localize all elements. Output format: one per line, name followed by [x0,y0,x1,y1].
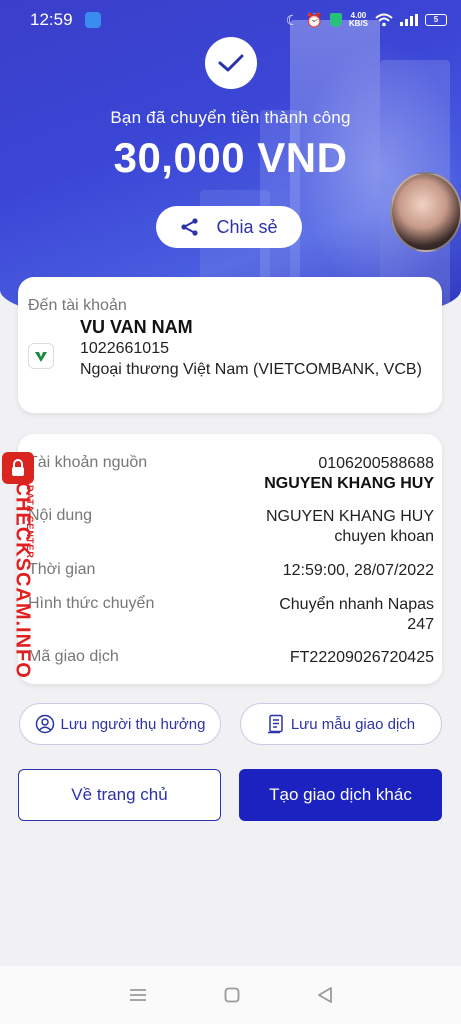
chat-head-avatar[interactable] [390,172,461,252]
lock-icon [2,452,34,484]
success-message: Bạn đã chuyển tiền thành công [110,108,351,127]
menu-icon[interactable] [129,988,147,1002]
recipient-name: VU VAN NAM [80,317,193,337]
save-template-label: Lưu mẫu giao dịch [290,715,416,733]
new-transaction-button[interactable]: Tạo giao dịch khác [239,769,442,821]
wifi-icon [375,13,393,27]
save-beneficiary-button[interactable]: Lưu người thụ hưởng [19,703,221,745]
share-icon [181,218,199,236]
status-time: 12:59 [30,10,73,29]
success-check [205,37,257,89]
back-icon[interactable] [317,986,333,1004]
detail-key: Tài khoản nguồn [28,454,148,471]
detail-key: Mã giao dịch [28,648,119,665]
watermark: DATA CENTER CHECKSCAM.INFO [0,452,35,679]
moon-icon: ☾ [285,11,299,28]
recipient-bank-name: Ngoại thương Việt Nam (VIETCOMBANK, VCB) [80,361,422,378]
detail-key: Hình thức chuyển [28,595,155,612]
vietcombank-logo-icon [28,343,54,369]
detail-value: 0106200588688 NGUYEN KHANG HUY [264,455,434,492]
check-icon [218,54,244,72]
share-button[interactable]: Chia sẻ [156,206,302,248]
system-navigation-bar [0,966,461,1024]
detail-value: Chuyển nhanh Napas 247 [279,596,434,633]
detail-value: 12:59:00, 28/07/2022 [282,562,434,579]
detail-value: FT22209026720425 [289,649,434,666]
watermark-brand: CHECKSCAM.INFO [11,481,34,679]
detail-value: NGUYEN KHANG HUY chuyen khoan [265,508,434,545]
detail-key: Thời gian [28,561,96,578]
transaction-details-card: Tài khoản nguồn 0106200588688 NGUYEN KHAN… [18,434,442,684]
save-template-button[interactable]: Lưu mẫu giao dịch [240,703,442,745]
document-icon [267,714,283,734]
save-beneficiary-label: Lưu người thụ hưởng [60,715,206,733]
recipient-account-number: 1022661015 [80,340,169,357]
person-icon [35,714,54,734]
battery-icon: 5 [425,14,447,26]
alarm-icon: ⏰ [305,11,323,28]
home-button[interactable]: Về trang chủ [18,769,221,821]
app-notification-icon [84,12,101,28]
transfer-amount: 30,000 VND [113,134,348,181]
network-speed: 4.00 KB/S [348,11,368,28]
detail-key: Nội dung [28,507,93,524]
recipient-label: Đến tài khoản [28,297,127,314]
status-bar: 12:59 ☾ ⏰ 4.00 KB/S 5 [0,0,461,40]
home-nav-icon[interactable] [224,987,240,1003]
signal-icon [400,14,418,26]
shield-icon [329,13,342,27]
share-label: Chia sẻ [216,216,278,237]
recipient-card: Đến tài khoản VU VAN NAM 1022661015 Ngoạ… [18,277,442,413]
